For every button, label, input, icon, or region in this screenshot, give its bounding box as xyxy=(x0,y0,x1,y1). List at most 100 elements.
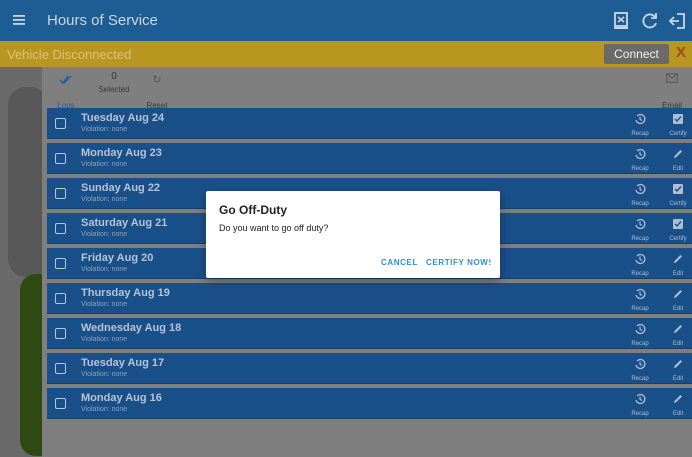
recap-button[interactable]: Recap xyxy=(628,287,652,312)
edit-button[interactable]: Edit xyxy=(665,287,691,312)
history-icon xyxy=(635,218,646,230)
row-checkbox[interactable] xyxy=(55,398,66,409)
history-icon xyxy=(635,323,646,335)
selected-counter: 0 Selected xyxy=(94,71,134,108)
row-checkbox[interactable] xyxy=(55,153,66,164)
action-label: Certify xyxy=(669,236,687,242)
edit-button[interactable]: Edit xyxy=(665,147,691,172)
history-icon xyxy=(635,358,646,370)
log-day: Tuesday Aug 24 xyxy=(81,112,165,124)
edit-button[interactable]: Edit xyxy=(665,392,691,417)
log-day: Monday Aug 23 xyxy=(81,147,162,159)
log-violation: Violation: none xyxy=(81,126,128,133)
certify-button[interactable]: Certify xyxy=(665,112,691,137)
recap-button[interactable]: Recap xyxy=(628,252,652,277)
log-row[interactable]: Wednesday Aug 18 Violation: none Recap E… xyxy=(47,318,692,349)
action-label: Certify xyxy=(669,201,687,207)
email-button[interactable]: Email xyxy=(657,73,687,110)
log-row[interactable]: Tuesday Aug 24 Violation: none Recap Cer… xyxy=(47,108,692,139)
certify-check-icon xyxy=(673,114,683,124)
vehicle-status-banner: Vehicle Disconnected Connect X xyxy=(0,41,692,67)
row-checkbox[interactable] xyxy=(55,328,66,339)
recap-label: Recap xyxy=(631,376,649,382)
recap-button[interactable]: Recap xyxy=(628,217,652,242)
side-panel xyxy=(0,67,50,457)
row-checkbox[interactable] xyxy=(55,293,66,304)
history-icon xyxy=(635,148,646,160)
log-day: Thursday Aug 19 xyxy=(81,287,170,299)
selected-label: Selected xyxy=(98,85,130,94)
action-label: Edit xyxy=(672,411,684,417)
certify-button[interactable]: Certify xyxy=(665,217,691,242)
log-violation: Violation: none xyxy=(81,406,128,413)
banner-close-button[interactable]: X xyxy=(676,44,686,61)
log-violation: Violation: none xyxy=(81,161,128,168)
edit-button[interactable]: Edit xyxy=(665,357,691,382)
selected-count: 0 xyxy=(111,71,117,82)
report-inspection-icon[interactable] xyxy=(610,10,632,32)
email-icon xyxy=(657,73,687,87)
action-label: Edit xyxy=(672,166,684,172)
edit-pencil-icon xyxy=(674,395,682,403)
logout-icon[interactable] xyxy=(667,10,689,32)
row-checkbox[interactable] xyxy=(55,258,66,269)
cancel-button[interactable]: CANCEL xyxy=(381,258,418,267)
log-row[interactable]: Thursday Aug 19 Violation: none Recap Ed… xyxy=(47,283,692,314)
history-icon xyxy=(635,288,646,300)
banner-message: Vehicle Disconnected xyxy=(7,47,132,62)
history-icon xyxy=(635,253,646,265)
certify-check-icon xyxy=(673,219,683,229)
log-violation: Violation: none xyxy=(81,336,128,343)
edit-pencil-icon xyxy=(674,290,682,298)
log-violation: Violation: none xyxy=(81,266,128,273)
recap-button[interactable]: Recap xyxy=(628,392,652,417)
recap-button[interactable]: Recap xyxy=(628,322,652,347)
edit-pencil-icon xyxy=(674,325,682,333)
edit-button[interactable]: Edit xyxy=(665,322,691,347)
action-label: Edit xyxy=(672,306,684,312)
recap-label: Recap xyxy=(631,166,649,172)
recap-label: Recap xyxy=(631,236,649,242)
edit-pencil-icon xyxy=(674,360,682,368)
log-day: Monday Aug 16 xyxy=(81,392,162,404)
logs-toolbar: Logs 0 Selected ↻ Reset Email xyxy=(42,67,692,110)
history-icon xyxy=(635,393,646,405)
log-row[interactable]: Monday Aug 23 Violation: none Recap Edit xyxy=(47,143,692,174)
hamburger-menu-icon[interactable] xyxy=(10,10,30,30)
log-row[interactable]: Monday Aug 16 Violation: none Recap Edit xyxy=(47,388,692,419)
log-day: Saturday Aug 21 xyxy=(81,217,168,229)
recap-button[interactable]: Recap xyxy=(628,357,652,382)
edit-button[interactable]: Edit xyxy=(665,252,691,277)
reset-icon: ↻ xyxy=(152,74,162,86)
log-day: Friday Aug 20 xyxy=(81,252,154,264)
row-checkbox[interactable] xyxy=(55,118,66,129)
logs-tab[interactable]: Logs xyxy=(54,73,78,110)
row-checkbox[interactable] xyxy=(55,223,66,234)
log-row[interactable]: Tuesday Aug 17 Violation: none Recap Edi… xyxy=(47,353,692,384)
recap-button[interactable]: Recap xyxy=(628,112,652,137)
certify-button[interactable]: Certify xyxy=(665,182,691,207)
history-icon xyxy=(635,183,646,195)
recap-button[interactable]: Recap xyxy=(628,182,652,207)
recap-label: Recap xyxy=(631,201,649,207)
action-label: Edit xyxy=(672,271,684,277)
connect-button[interactable]: Connect xyxy=(604,44,669,64)
reset-button[interactable]: ↻ Reset xyxy=(142,73,172,110)
row-checkbox[interactable] xyxy=(55,363,66,374)
action-label: Edit xyxy=(672,341,684,347)
row-checkbox[interactable] xyxy=(55,188,66,199)
certify-now-button[interactable]: CERTIFY NOW! xyxy=(426,258,492,267)
dialog-message: Do you want to go off duty? xyxy=(219,223,329,233)
page-title: Hours of Service xyxy=(47,12,158,29)
recap-label: Recap xyxy=(631,411,649,417)
certify-check-icon xyxy=(673,184,683,194)
dialog-title: Go Off-Duty xyxy=(219,203,287,217)
history-icon xyxy=(635,113,646,125)
refresh-icon[interactable] xyxy=(639,10,661,32)
action-label: Edit xyxy=(672,376,684,382)
double-check-icon xyxy=(54,73,78,87)
log-violation: Violation: none xyxy=(81,301,128,308)
recap-button[interactable]: Recap xyxy=(628,147,652,172)
edit-pencil-icon xyxy=(674,255,682,263)
recap-label: Recap xyxy=(631,341,649,347)
